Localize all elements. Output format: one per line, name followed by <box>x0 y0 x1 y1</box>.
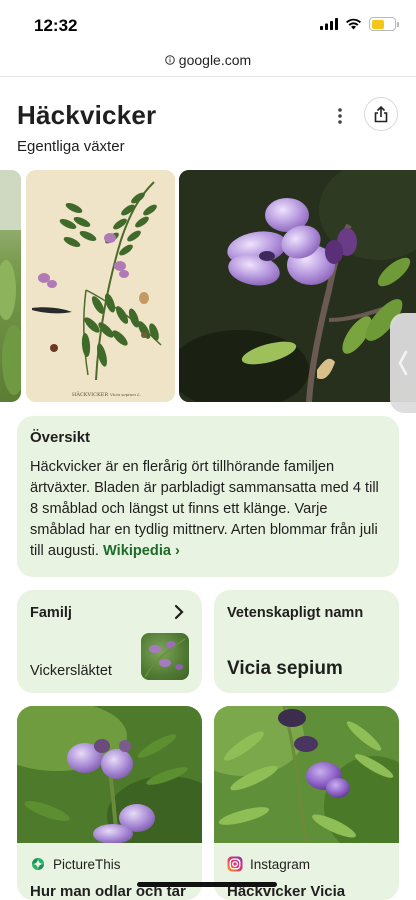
wikipedia-link[interactable]: Wikipedia › <box>103 543 180 559</box>
status-time: 12:32 <box>34 16 78 35</box>
article-card[interactable]: Instagram Häckvicker Vicia <box>214 706 399 900</box>
image-thumbnail-partial[interactable] <box>0 170 21 402</box>
article-source-name: Instagram <box>250 856 311 872</box>
article-source: PictureThis <box>30 856 121 872</box>
wifi-icon <box>346 18 361 30</box>
url-bar[interactable]: google.com <box>0 46 416 74</box>
scientific-name-label: Vetenskapligt namn <box>227 605 364 621</box>
chevron-left-icon <box>398 350 408 376</box>
chevron-right-icon <box>174 604 184 620</box>
overview-body: Häckvicker är en flerårig ört tillhörand… <box>30 459 379 559</box>
home-indicator[interactable] <box>137 882 277 887</box>
picturethis-icon <box>32 858 44 870</box>
botanical-illustration-image[interactable]: HÄCKVICKER Vicia sepium L. <box>26 170 175 402</box>
article-source: Instagram <box>227 856 310 872</box>
more-vert-icon <box>338 108 342 124</box>
family-thumbnail-image <box>141 633 189 680</box>
overview-text: Häckvicker är en flerårig ört tillhörand… <box>30 457 386 562</box>
status-icons <box>320 17 399 31</box>
instagram-icon <box>227 856 243 872</box>
scientific-name-value: Vicia sepium <box>227 658 343 679</box>
article-card[interactable]: PictureThis Hur man odlar och tar <box>17 706 202 900</box>
side-panel-handle[interactable] <box>390 313 416 413</box>
article-source-name: PictureThis <box>53 856 121 872</box>
battery-icon <box>369 17 399 31</box>
family-value: Vickersläktet <box>30 663 112 679</box>
family-label: Familj <box>30 605 72 621</box>
article-image <box>214 706 399 843</box>
more-options-button[interactable] <box>330 104 350 128</box>
image-carousel[interactable]: HÄCKVICKER Vicia sepium L. <box>0 170 416 402</box>
share-icon <box>374 105 388 122</box>
status-bar: 12:32 <box>0 0 416 46</box>
illustration-caption-latin: Vicia sepium L. <box>110 392 141 397</box>
family-card[interactable]: Familj Vickersläktet <box>17 590 202 693</box>
info-icon <box>164 55 175 65</box>
page-title: Häckvicker <box>17 100 157 130</box>
overview-heading: Översikt <box>30 429 91 446</box>
article-image <box>17 706 202 843</box>
illustration-caption: HÄCKVICKER <box>72 391 108 398</box>
overview-card: Översikt Häckvicker är en flerårig ört t… <box>17 416 399 577</box>
page-subtitle: Egentliga växter <box>17 138 125 155</box>
signal-icon <box>320 18 338 30</box>
url-divider <box>0 76 416 77</box>
url-domain: google.com <box>178 52 252 68</box>
flower-photo-image[interactable] <box>179 170 416 402</box>
share-button[interactable] <box>364 97 398 131</box>
scientific-name-card: Vetenskapligt namn Vicia sepium <box>214 590 399 693</box>
